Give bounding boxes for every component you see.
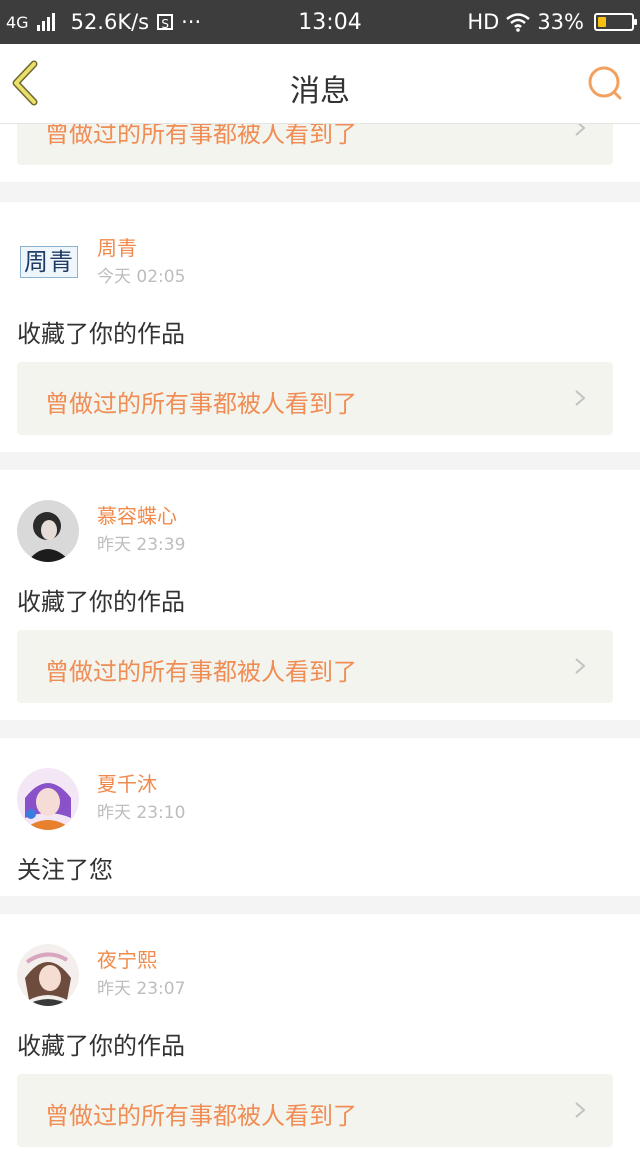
status-bar: 4G 52.6K/s S ··· 13:04 HD 33%: [0, 0, 640, 44]
username[interactable]: 周青: [97, 232, 137, 261]
hd-indicator: HD: [467, 10, 500, 34]
more-notifications: ···: [181, 10, 202, 34]
avatar[interactable]: 周青: [20, 246, 78, 278]
action-text: 关注了您: [17, 856, 113, 884]
message-card: 周青 周青 今天 02:05 收藏了你的作品 曾做过的所有事都被人看到了: [0, 202, 640, 452]
network-speed: 52.6K/s: [70, 10, 150, 34]
navigation-bar: 消息: [0, 44, 640, 124]
timestamp: 昨天 23:39: [97, 535, 186, 555]
avatar[interactable]: [17, 944, 79, 1006]
work-title: 曾做过的所有事都被人看到了: [45, 1102, 357, 1130]
user-row[interactable]: 夏千沐 昨天 23:10: [17, 768, 617, 832]
chevron-right-icon: [575, 1102, 586, 1118]
timestamp: 今天 02:05: [97, 267, 186, 287]
network-type: 4G: [6, 12, 29, 32]
message-card: 慕容蝶心 昨天 23:39 收藏了你的作品 曾做过的所有事都被人看到了: [0, 470, 640, 720]
timestamp: 昨天 23:07: [97, 979, 186, 999]
user-row[interactable]: 周青 周青 今天 02:05: [17, 232, 617, 296]
page-title: 消息: [290, 74, 350, 109]
work-link[interactable]: 曾做过的所有事都被人看到了: [17, 1074, 613, 1147]
action-text: 收藏了你的作品: [17, 320, 185, 348]
username[interactable]: 夜宁熙: [97, 944, 157, 973]
status-right: HD 33%: [434, 10, 637, 34]
message-card: 夏千沐 昨天 23:10 关注了您: [0, 738, 640, 896]
clock: 13:04: [298, 9, 362, 35]
wifi-icon: [506, 13, 531, 32]
username[interactable]: 夏千沐: [97, 768, 157, 797]
chevron-right-icon: [575, 390, 586, 406]
message-card: 夜宁熙 昨天 23:07 收藏了你的作品 曾做过的所有事都被人看到了: [0, 914, 640, 1164]
user-row[interactable]: 慕容蝶心 昨天 23:39: [17, 500, 617, 564]
work-title: 曾做过的所有事都被人看到了: [45, 658, 357, 686]
work-link[interactable]: 曾做过的所有事都被人看到了: [17, 630, 613, 703]
avatar[interactable]: [17, 768, 79, 830]
battery-percent: 33%: [537, 10, 584, 34]
signal-icon: [36, 13, 55, 31]
app-notification-icon: S: [157, 14, 174, 31]
action-text: 收藏了你的作品: [17, 1032, 185, 1060]
user-row[interactable]: 夜宁熙 昨天 23:07: [17, 944, 617, 1008]
work-title: 曾做过的所有事都被人看到了: [45, 390, 357, 418]
action-text: 收藏了你的作品: [17, 588, 185, 616]
battery-icon: [594, 13, 637, 31]
timestamp: 昨天 23:10: [97, 803, 186, 823]
battery-level: [598, 17, 606, 27]
username[interactable]: 慕容蝶心: [97, 500, 177, 529]
status-left: 4G 52.6K/s S ···: [6, 10, 226, 34]
work-link[interactable]: 曾做过的所有事都被人看到了: [17, 362, 613, 435]
avatar[interactable]: [17, 500, 79, 562]
chevron-right-icon: [575, 658, 586, 674]
search-icon[interactable]: [586, 64, 626, 104]
